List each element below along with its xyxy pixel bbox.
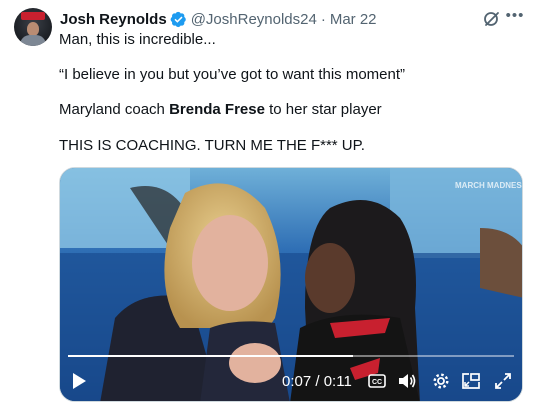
picture-in-picture-button[interactable]: [460, 370, 482, 392]
duration: 0:11: [323, 372, 352, 390]
video-time: 0:07 / 0:11: [282, 372, 352, 390]
more-options-icon[interactable]: •••: [505, 7, 525, 27]
tweet-date[interactable]: Mar 22: [330, 11, 377, 28]
video-progress-fill: [68, 355, 354, 357]
gear-icon: [433, 373, 449, 389]
volume-icon: [399, 374, 416, 388]
svg-text:CC: CC: [372, 379, 382, 386]
video-progress-bar[interactable]: [68, 355, 514, 357]
author-avatar[interactable]: [14, 8, 52, 46]
avatar-body: [20, 35, 46, 46]
video-watermark: MARCH MADNESS: [455, 181, 523, 190]
tweet-line-3-suffix: to her star player: [264, 101, 382, 118]
cc-icon: CC: [368, 374, 386, 388]
settings-button[interactable]: [430, 370, 452, 392]
captions-button[interactable]: CC: [366, 370, 388, 392]
video-frame: MARCH MADNESS: [60, 168, 523, 401]
author-name[interactable]: Josh Reynolds: [60, 11, 167, 28]
tweet-header: Josh Reynolds @JoshReynolds24 · Mar 22: [60, 9, 377, 29]
mention-brenda-frese[interactable]: Brenda Frese: [169, 101, 265, 118]
avatar-face: [27, 22, 39, 36]
tweet-line-3-prefix: Maryland coach: [59, 101, 170, 118]
video-player[interactable]: MARCH MADNESS 0:07 / 0:11 CC: [59, 167, 523, 402]
tweet-line-4: THIS IS COACHING. TURN ME THE F*** UP.: [59, 137, 365, 154]
pip-icon: [462, 373, 480, 389]
tweet-line-1: Man, this is incredible...: [59, 31, 216, 48]
tweet-line-3: Maryland coach Brenda Frese to her star …: [59, 101, 382, 118]
header-separator: ·: [320, 10, 326, 28]
current-time: 0:07: [282, 372, 312, 390]
play-button[interactable]: [68, 370, 90, 392]
author-handle[interactable]: @JoshReynolds24: [191, 11, 317, 28]
fullscreen-icon: [495, 373, 511, 389]
verified-badge-icon: [170, 11, 186, 27]
volume-button[interactable]: [396, 370, 418, 392]
grok-icon[interactable]: [482, 9, 502, 29]
fullscreen-button[interactable]: [492, 370, 514, 392]
play-icon: [73, 373, 86, 389]
avatar-hat: [21, 12, 45, 20]
tweet-quote: “I believe in you but you’ve got to want…: [59, 66, 406, 83]
